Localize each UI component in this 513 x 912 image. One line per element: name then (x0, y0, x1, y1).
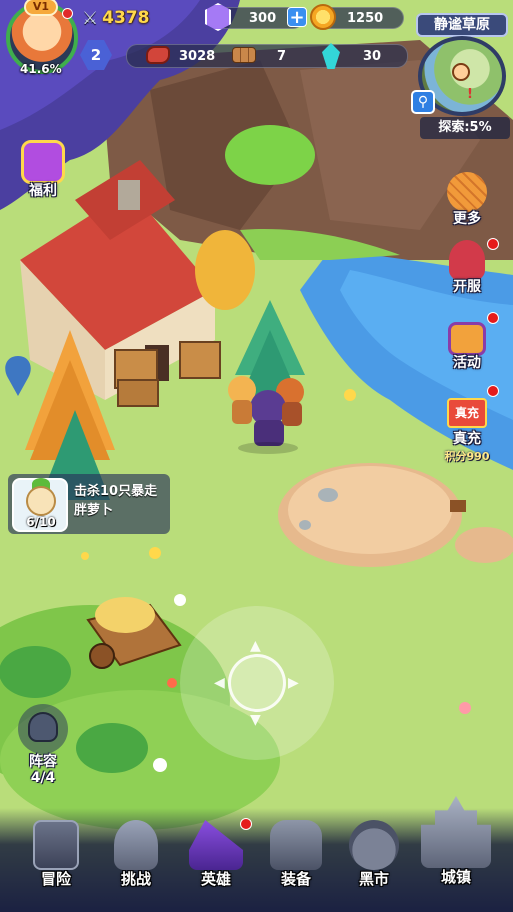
armor-icon (270, 820, 322, 870)
gem-value: 300 (249, 11, 277, 26)
server-open-button[interactable]: 开服 (438, 240, 496, 296)
activity-label: 活动 (453, 355, 481, 371)
welfare-button[interactable]: 福利 (14, 140, 72, 200)
recharge-label: 真充 (453, 431, 481, 447)
crystal-value: 30 (363, 49, 382, 64)
more-button[interactable]: 更多 (438, 172, 496, 228)
search-icon: ⚲ (417, 94, 429, 110)
nav-heroes-label: 英雄 (200, 870, 231, 888)
vip-badge: V1 (24, 0, 58, 16)
quest-progress: 6/10 (26, 515, 56, 529)
potion-cup-icon (449, 240, 485, 280)
gift-box-icon (21, 140, 65, 184)
nav-challenge-label: 挑战 (120, 870, 151, 888)
nav-heroes[interactable]: 英雄 (176, 820, 256, 889)
joystick-down-arrow-icon: ▼ (250, 712, 261, 728)
nav-black-market[interactable]: 黑市 (334, 820, 414, 889)
radish-icon (26, 486, 56, 516)
nav-equipment[interactable]: 装备 (256, 820, 336, 889)
activity-button[interactable]: 活动 (438, 322, 496, 372)
region-name: 静谧草原 (416, 13, 508, 37)
nav-adventure-label: 冒险 (40, 870, 71, 888)
wood-icon (232, 47, 256, 63)
player-progress-percent: 41.6% (20, 62, 62, 76)
lineup-label: 阵容 (29, 754, 57, 770)
explore-progress: 探索:5% (420, 117, 510, 139)
joystick-thumb[interactable] (228, 654, 286, 712)
recharge-points: 积分990 (444, 450, 490, 463)
recharge-alert-dot (487, 385, 499, 397)
nav-challenge[interactable]: 挑战 (96, 820, 176, 889)
waffle-menu-icon (447, 172, 487, 212)
activity-alert-dot (487, 312, 499, 324)
lineup-button[interactable]: 阵容 4/4 (14, 704, 72, 786)
joystick-left-arrow-icon: ◀ (214, 675, 225, 691)
nav-town[interactable]: 城镇 (416, 796, 496, 887)
quest-description: 击杀10只暴走胖萝卜 (74, 484, 158, 518)
gold-coin-icon (310, 4, 336, 30)
money-bag-icon (349, 820, 399, 870)
book-icon (33, 820, 79, 870)
minimap-alert-icon: ! (467, 87, 473, 102)
meat-icon (146, 46, 170, 64)
map-search-button[interactable]: ⚲ (411, 90, 435, 114)
scroll-icon (448, 322, 486, 356)
gold-value: 1250 (347, 11, 384, 26)
lineup-icon-frame (18, 704, 68, 754)
recharge-badge-icon: 真充 (447, 398, 487, 428)
nav-black-market-label: 黑市 (358, 870, 389, 888)
castle-icon (421, 796, 491, 868)
combat-power-value: 4378 (102, 8, 150, 28)
nav-town-label: 城镇 (440, 868, 471, 886)
nav-equipment-label: 装备 (280, 870, 311, 888)
crossed-swords-icon: ⚔ (82, 7, 99, 29)
viking-helmet-icon (28, 712, 58, 742)
lineup-count: 4/4 (30, 770, 56, 786)
joystick-up-arrow-icon: ▲ (250, 638, 261, 654)
meat-value: 3028 (179, 49, 216, 64)
combat-power: ⚔ 4378 (82, 6, 149, 30)
server-open-label: 开服 (453, 279, 481, 295)
avatar-notification-dot (62, 8, 73, 19)
wood-value: 7 (277, 49, 287, 64)
heroes-alert-dot (240, 818, 252, 830)
more-label: 更多 (453, 211, 481, 227)
server-open-alert-dot (487, 238, 499, 250)
minimap-player-icon (452, 63, 470, 81)
wizard-hat-icon (189, 820, 243, 870)
nav-adventure[interactable]: 冒险 (16, 820, 96, 889)
welfare-label: 福利 (29, 183, 57, 199)
add-gems-button[interactable]: + (287, 7, 307, 28)
knight-helmet-icon (114, 820, 158, 870)
recharge-button[interactable]: 真充 真充 积分990 (438, 398, 496, 464)
joystick-right-arrow-icon: ▶ (288, 675, 299, 691)
